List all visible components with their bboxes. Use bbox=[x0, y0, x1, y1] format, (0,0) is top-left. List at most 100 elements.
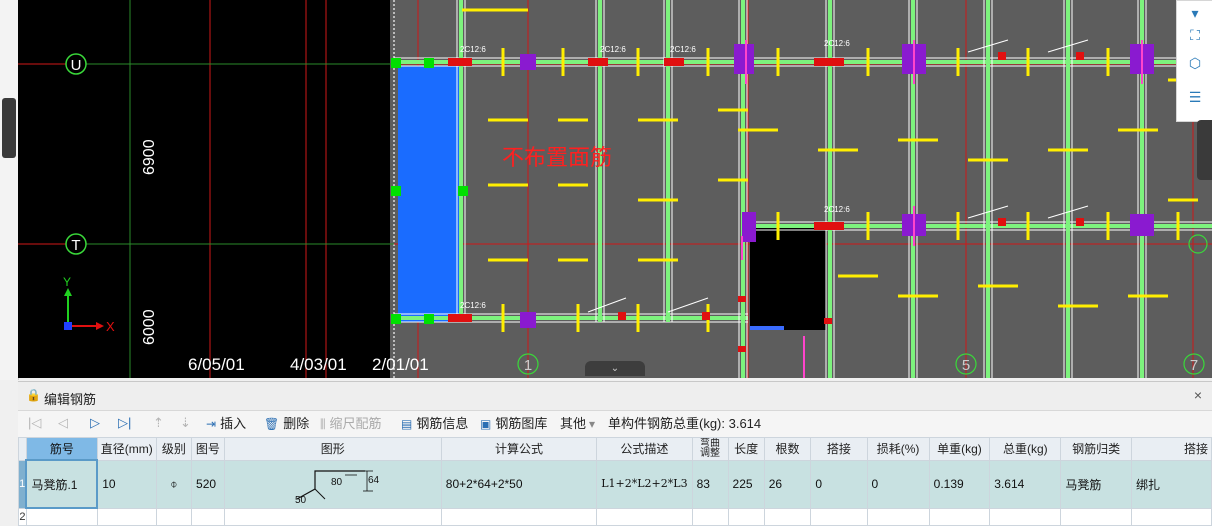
lap-cell[interactable]: 0 bbox=[810, 459, 868, 509]
rebar-library-button[interactable]: ▣ 钢筋图库 bbox=[480, 415, 547, 433]
3d-cube-icon[interactable]: ⬡ bbox=[1185, 53, 1205, 73]
diameter-cell[interactable]: 10 bbox=[96, 459, 157, 509]
rebar-tag: 2C12:6 bbox=[670, 45, 696, 54]
column-header[interactable]: 级别 bbox=[155, 437, 193, 461]
axis-x-label: X bbox=[106, 319, 115, 334]
axis-bubble-t[interactable]: T bbox=[65, 233, 87, 255]
table-row[interactable]: 2 bbox=[18, 507, 1212, 526]
header-corner bbox=[18, 437, 27, 461]
right-collapse-handle[interactable] bbox=[1197, 120, 1212, 180]
unit-weight-cell[interactable]: 0.139 bbox=[928, 459, 991, 509]
axis-bubble-u[interactable]: U bbox=[65, 53, 87, 75]
rebar-tag: 2C12:6 bbox=[824, 39, 850, 48]
shape-drawing: 80 64 50 bbox=[295, 469, 380, 506]
row-index[interactable]: 2 bbox=[18, 507, 27, 526]
view-toolbar: ▾ ⛶ ⬡ ☰ bbox=[1176, 0, 1212, 122]
bend-adjust-cell[interactable]: 83 bbox=[691, 459, 729, 509]
column-header[interactable]: 图形 bbox=[223, 437, 442, 461]
axis-label-7: 7 bbox=[1190, 357, 1198, 374]
scale-rebar-button[interactable]: ⫼ 缩尺配筋 bbox=[320, 415, 382, 433]
left-dock-strip bbox=[0, 0, 19, 380]
column-header[interactable]: 总重(kg) bbox=[989, 437, 1062, 461]
move-up-icon[interactable]: ⇡ bbox=[153, 415, 164, 431]
properties-list-icon[interactable]: ☰ bbox=[1185, 87, 1205, 107]
last-record-icon[interactable]: ▷| bbox=[118, 415, 131, 431]
delete-label: 删除 bbox=[283, 416, 310, 431]
axis-label-1: 1 bbox=[524, 357, 532, 374]
slab-opening[interactable] bbox=[750, 226, 826, 330]
column-header[interactable]: 钢筋归类 bbox=[1060, 437, 1132, 461]
axis-label-t: T bbox=[71, 237, 80, 254]
panel-toolbar: |◁ ◁ ▷ ▷| ⇡ ⇣ ⇥ 插入 🗑 删除 ⫼ 缩尺配筋 ▤ 钢筋信息 ▣ 钢筋图库 … bbox=[18, 411, 1212, 437]
axis-text: 6/05/01 bbox=[188, 355, 245, 374]
bottom-axis-labels: 6/05/01 4/03/01 2/01/01 bbox=[188, 355, 429, 374]
column-header[interactable]: 筋号 bbox=[25, 437, 98, 461]
close-icon[interactable]: × bbox=[1194, 387, 1202, 403]
shear-wall[interactable] bbox=[398, 66, 460, 322]
formula-cell[interactable]: 80+2*64+2*50 bbox=[440, 459, 598, 509]
column-header[interactable]: 长度 bbox=[727, 437, 765, 461]
left-collapse-handle[interactable] bbox=[2, 98, 16, 158]
shape-dim-b: 64 bbox=[368, 475, 380, 486]
column-header[interactable]: 计算公式 bbox=[440, 437, 598, 461]
column-header[interactable]: 搭接 bbox=[810, 437, 868, 461]
dropdown-chevron-icon[interactable]: ▾ bbox=[1185, 3, 1205, 23]
panel-titlebar: 🔒 编辑钢筋 × bbox=[18, 382, 1212, 411]
slab-annotation: 不布置面筋 bbox=[502, 145, 612, 170]
axis-y-label: Y bbox=[63, 275, 71, 289]
axis-text: 4/03/01 bbox=[290, 355, 347, 374]
column-header[interactable]: 直径(mm) bbox=[96, 437, 157, 461]
next-record-icon[interactable]: ▷ bbox=[90, 415, 100, 431]
rebar-tag: 2C12:6 bbox=[600, 45, 626, 54]
column-header[interactable]: 单重(kg) bbox=[928, 437, 991, 461]
table-row[interactable]: 1 马凳筋.1 10 ⌽ 520 80 64 50 80+2*64+2*50 L… bbox=[18, 459, 1212, 509]
trash-icon: 🗑 bbox=[264, 417, 280, 431]
insert-icon: ⇥ bbox=[206, 417, 217, 431]
fit-view-icon[interactable]: ⛶ bbox=[1185, 25, 1205, 45]
column-header[interactable]: 损耗(%) bbox=[866, 437, 930, 461]
rebar-info-button[interactable]: ▤ 钢筋信息 bbox=[401, 415, 468, 433]
library-icon: ▣ bbox=[480, 417, 492, 431]
prev-record-icon[interactable]: ◁ bbox=[58, 415, 68, 431]
library-label: 钢筋图库 bbox=[495, 416, 548, 431]
column-header[interactable]: 弯曲调整 bbox=[691, 437, 729, 461]
table-header-row: 筋号 直径(mm) 级别 图号 图形 计算公式 公式描述 弯曲调整 长度 根数 … bbox=[18, 437, 1212, 461]
ruler-icon: ⫼ bbox=[320, 417, 326, 431]
info-label: 钢筋信息 bbox=[416, 416, 469, 431]
column-header[interactable]: 根数 bbox=[763, 437, 812, 461]
other-dropdown[interactable]: 其他 ▾ bbox=[560, 415, 599, 433]
lap-type-cell[interactable]: 绑扎 bbox=[1130, 459, 1212, 509]
figure-number-cell[interactable]: 520 bbox=[191, 459, 225, 509]
length-cell[interactable]: 225 bbox=[727, 459, 765, 509]
grade-cell[interactable]: ⌽ bbox=[155, 459, 193, 509]
insert-button[interactable]: ⇥ 插入 bbox=[206, 415, 246, 433]
first-record-icon[interactable]: |◁ bbox=[28, 415, 41, 431]
panel-title: 编辑钢筋 bbox=[44, 392, 97, 407]
column-header[interactable]: 搭接 bbox=[1130, 437, 1212, 461]
row-index[interactable]: 1 bbox=[18, 459, 27, 509]
formula-desc-cell[interactable]: L1+2*L2+2*L3 bbox=[596, 459, 693, 509]
total-weight-cell[interactable]: 3.614 bbox=[989, 459, 1062, 509]
rebar-tag: 2C12:6 bbox=[460, 301, 486, 310]
insert-label: 插入 bbox=[220, 416, 247, 431]
axis-label-u: U bbox=[71, 57, 82, 74]
move-down-icon[interactable]: ⇣ bbox=[180, 415, 191, 431]
rebar-editor-panel: 🔒 编辑钢筋 × |◁ ◁ ▷ ▷| ⇡ ⇣ ⇥ 插入 🗑 删除 ⫼ 缩尺配筋 ▤ 钢筋… bbox=[18, 381, 1212, 526]
count-cell[interactable]: 26 bbox=[763, 459, 812, 509]
rebar-name-cell[interactable]: 马凳筋.1 bbox=[25, 459, 99, 509]
bottom-collapse-handle[interactable]: ⌄ bbox=[585, 361, 645, 376]
chevron-down-icon: ▾ bbox=[589, 417, 596, 431]
delete-button[interactable]: 🗑 删除 bbox=[264, 415, 309, 433]
cad-canvas[interactable]: 2C12:6 2C12:6 2C12:6 2C12:6 2C12:6 2C12:… bbox=[18, 0, 1212, 378]
rebar-tag: 2C12:6 bbox=[460, 45, 486, 54]
category-cell[interactable]: 马凳筋 bbox=[1060, 459, 1132, 509]
dimension-6900: 6900 bbox=[141, 139, 158, 175]
loss-cell[interactable]: 0 bbox=[866, 459, 930, 509]
scale-label: 缩尺配筋 bbox=[329, 416, 382, 431]
other-label: 其他 bbox=[560, 416, 587, 431]
column-header[interactable]: 图号 bbox=[191, 437, 225, 461]
axis-text: 2/01/01 bbox=[372, 355, 429, 374]
pin-icon[interactable]: 🔒 bbox=[26, 388, 41, 402]
column-header[interactable]: 公式描述 bbox=[596, 437, 693, 461]
shape-cell[interactable]: 80 64 50 bbox=[223, 459, 442, 509]
